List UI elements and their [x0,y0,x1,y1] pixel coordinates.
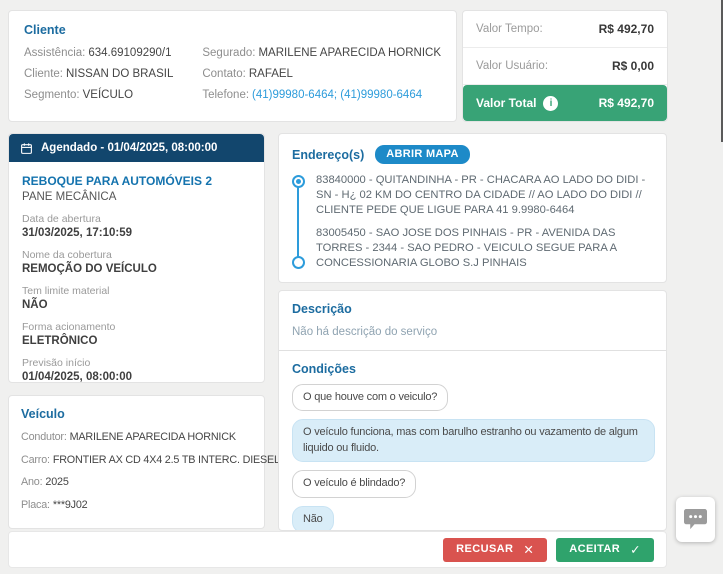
vehicle-card: Veículo Condutor:MARILENE APARECIDA HORN… [8,395,265,529]
chat-widget-button[interactable] [676,497,715,542]
valor-usuario-value: R$ 0,00 [612,59,654,73]
service-detail-page: Cliente Assistência:634.69109290/1 Clien… [0,0,723,574]
service-name: REBOQUE PARA AUTOMÓVEIS 2 [22,174,251,188]
valor-tempo-label: Valor Tempo: [476,23,543,35]
field-contato: Contato: RAFAEL [202,68,441,80]
description-conditions-card: Descrição Não há descrição do serviço Co… [278,290,667,531]
field-value: FRONTIER AX CD 4X4 2.5 TB INTERC. DIESEL [53,454,280,466]
detail-value: NÃO [22,299,251,311]
field-label: Carro: [21,454,50,466]
field-placa: Placa:***9J02 [21,494,252,517]
field-label: Assistência: [24,47,85,59]
scheduled-header-text: Agendado - 01/04/2025, 08:00:00 [41,142,217,154]
condition-question-bubble: O veículo é blindado? [292,470,416,497]
field-label: Contato: [202,68,245,80]
info-icon[interactable]: i [543,96,558,111]
chat-bubble-icon [683,508,708,531]
field-label: Placa: [21,499,50,511]
open-map-button[interactable]: ABRIR MAPA [375,145,469,164]
address-card: Endereço(s) ABRIR MAPA 83840000 - QUITAN… [278,133,667,283]
calendar-icon [20,142,33,155]
detail-value: 01/04/2025, 08:00:00 [22,371,251,383]
field-value: MARILENE APARECIDA HORNICK [70,431,236,443]
field-telefone: Telefone:(41)99980-6464; (41)99980-6464 [202,89,441,101]
client-fields-left: Assistência:634.69109290/1 Cliente:NISSA… [24,47,202,110]
field-value: VEÍCULO [83,89,134,101]
detail-label: Data de abertura [22,213,251,225]
field-label: Segurado: [202,47,255,59]
conditions-title: Condições [292,362,655,376]
recusar-label: RECUSAR [456,543,513,555]
detail-value: ELETRÔNICO [22,335,251,347]
conditions-section: Condições O que houve com o veiculo? O v… [279,351,666,531]
field-value: RAFAEL [249,68,293,80]
aceitar-label: ACEITAR [569,543,620,555]
detail-label: Nome da cobertura [22,249,251,261]
field-segurado: Segurado:MARILENE APARECIDA HORNICK [202,47,441,59]
condition-answer-bubble: Não [292,506,334,531]
client-card: Cliente Assistência:634.69109290/1 Clien… [8,10,457,122]
field-label: Ano: [21,476,42,488]
field-cliente: Cliente:NISSAN DO BRASIL [24,68,202,80]
valor-total-row: Valor Total i R$ 492,70 [463,85,667,121]
client-card-title: Cliente [24,23,441,37]
description-title: Descrição [292,302,655,316]
destination-marker-icon [292,256,305,269]
scheduled-header: Agendado - 01/04/2025, 08:00:00 [9,134,264,162]
detail-label: Tem limite material [22,285,251,297]
field-value: ***9J02 [53,499,88,511]
field-value: 634.69109290/1 [88,47,171,59]
address-destination-text: 83005450 - SAO JOSE DOS PINHAIS - PR - A… [316,226,653,270]
condition-answer-bubble: O veículo funciona, mas com barulho estr… [292,419,655,462]
values-card: Valor Tempo: R$ 492,70 Valor Usuário: R$… [462,10,668,122]
field-value: 2025 [45,476,68,488]
detail-label: Previsão início [22,357,251,369]
service-subtitle: PANE MECÂNICA [22,191,251,203]
valor-tempo-value: R$ 492,70 [599,22,654,36]
field-value: NISSAN DO BRASIL [66,68,173,80]
check-icon: ✓ [630,542,641,557]
valor-total-text: Valor Total [476,96,536,110]
origin-marker-icon [292,175,305,188]
service-body: REBOQUE PARA AUTOMÓVEIS 2 PANE MECÂNICA … [9,162,264,391]
valor-total-value: R$ 492,70 [599,96,654,110]
field-segmento: Segmento:VEÍCULO [24,89,202,101]
address-header: Endereço(s) ABRIR MAPA [292,145,653,164]
detail-value: REMOÇÃO DO VEÍCULO [22,263,251,275]
field-carro: Carro:FRONTIER AX CD 4X4 2.5 TB INTERC. … [21,449,252,472]
description-section: Descrição Não há descrição do serviço [279,291,666,350]
phone-link[interactable]: (41)99980-6464; (41)99980-6464 [252,89,422,101]
valor-usuario-label: Valor Usuário: [476,60,548,72]
close-icon: ✕ [523,542,534,557]
valor-usuario-row: Valor Usuário: R$ 0,00 [463,48,667,85]
address-origin-row: 83840000 - QUITANDINHA - PR - CHACARA AO… [292,173,653,217]
valor-total-label: Valor Total i [476,96,558,111]
address-list: 83840000 - QUITANDINHA - PR - CHACARA AO… [292,173,653,271]
detail-value: 31/03/2025, 17:10:59 [22,227,251,239]
scheduled-service-card: Agendado - 01/04/2025, 08:00:00 REBOQUE … [8,133,265,383]
address-card-title: Endereço(s) [292,148,364,162]
aceitar-button[interactable]: ACEITAR ✓ [556,538,654,562]
vehicle-card-title: Veículo [21,407,252,421]
condition-question-bubble: O que houve com o veiculo? [292,384,448,411]
client-fields-right: Segurado:MARILENE APARECIDA HORNICK Cont… [202,47,441,110]
field-label: Telefone: [202,89,249,101]
address-origin-text: 83840000 - QUITANDINHA - PR - CHACARA AO… [316,173,653,217]
description-empty-text: Não há descrição do serviço [292,326,655,338]
address-destination-row: 83005450 - SAO JOSE DOS PINHAIS - PR - A… [292,226,653,270]
field-label: Condutor: [21,431,67,443]
route-line [297,185,299,259]
field-value: MARILENE APARECIDA HORNICK [258,47,441,59]
client-fields: Assistência:634.69109290/1 Cliente:NISSA… [24,47,441,110]
field-label: Cliente: [24,68,63,80]
field-label: Segmento: [24,89,80,101]
recusar-button[interactable]: RECUSAR ✕ [443,538,547,562]
valor-tempo-row: Valor Tempo: R$ 492,70 [463,11,667,48]
action-footer: RECUSAR ✕ ACEITAR ✓ [8,531,667,568]
field-ano: Ano:2025 [21,471,252,494]
field-condutor: Condutor:MARILENE APARECIDA HORNICK [21,426,252,449]
field-assistencia: Assistência:634.69109290/1 [24,47,202,59]
detail-label: Forma acionamento [22,321,251,333]
